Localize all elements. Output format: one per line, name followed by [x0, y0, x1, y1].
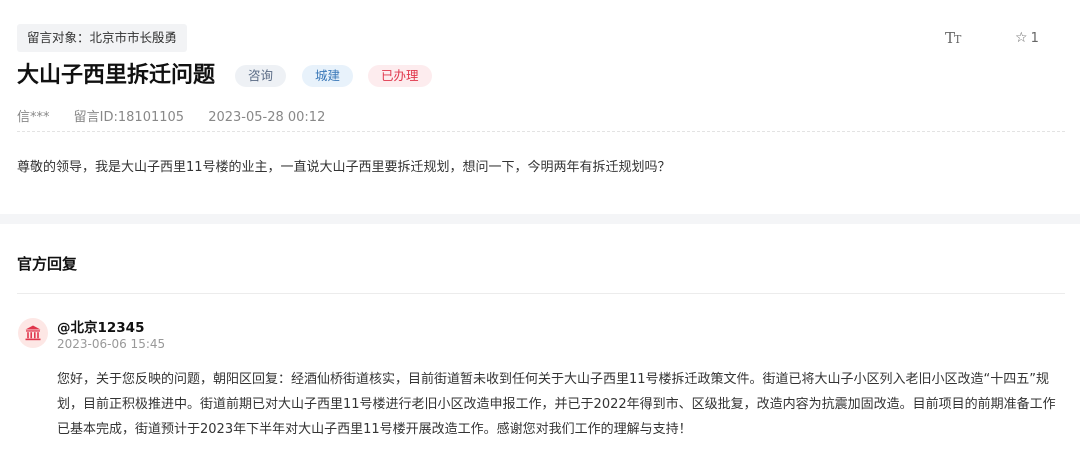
reply-datetime: 2023-06-06 15:45	[57, 337, 166, 351]
divider	[17, 293, 1065, 294]
recipient-tag: 留言对象：北京市市长殷勇	[17, 24, 188, 52]
favorite-count: 1	[1030, 31, 1039, 46]
category-tag: 城建	[302, 65, 354, 87]
replier-name: @北京12345	[57, 320, 145, 336]
message-card: 留言对象：北京市市长殷勇 TT ☆ 1 大山子西里拆迁问题 咨询 城建 已办理 信…	[0, 0, 1080, 214]
section-separator	[0, 214, 1080, 224]
divider	[17, 131, 1065, 132]
author-name: 信***	[17, 110, 50, 125]
message-meta: 信*** 留言ID:18101105 2023-05-28 00:12	[17, 106, 345, 125]
reply-content: 您好，关于您反映的问题，朝阳区回复：经酒仙桥街道核实，目前街道暂未收到任何关于大…	[57, 372, 1056, 437]
message-datetime: 2023-05-28 00:12	[208, 110, 326, 125]
font-size-glyph-large: T	[945, 29, 955, 47]
government-building-icon	[18, 318, 48, 348]
message-title: 大山子西里拆迁问题	[17, 63, 216, 88]
type-tag: 咨询	[235, 65, 287, 87]
message-content: 尊敬的领导，我是大山子西里11号楼的业主，一直说大山子西里要拆迁规划，想问一下，…	[17, 160, 671, 175]
reply-section-title: 官方回复	[17, 255, 78, 273]
message-id: 留言ID:18101105	[73, 110, 185, 125]
status-badge: 已办理	[368, 65, 432, 87]
font-size-glyph-small: T	[954, 33, 961, 46]
font-size-icon[interactable]: TT	[945, 29, 961, 47]
star-outline-icon: ☆	[1015, 30, 1028, 46]
favorite-button[interactable]: ☆ 1	[1015, 30, 1039, 46]
